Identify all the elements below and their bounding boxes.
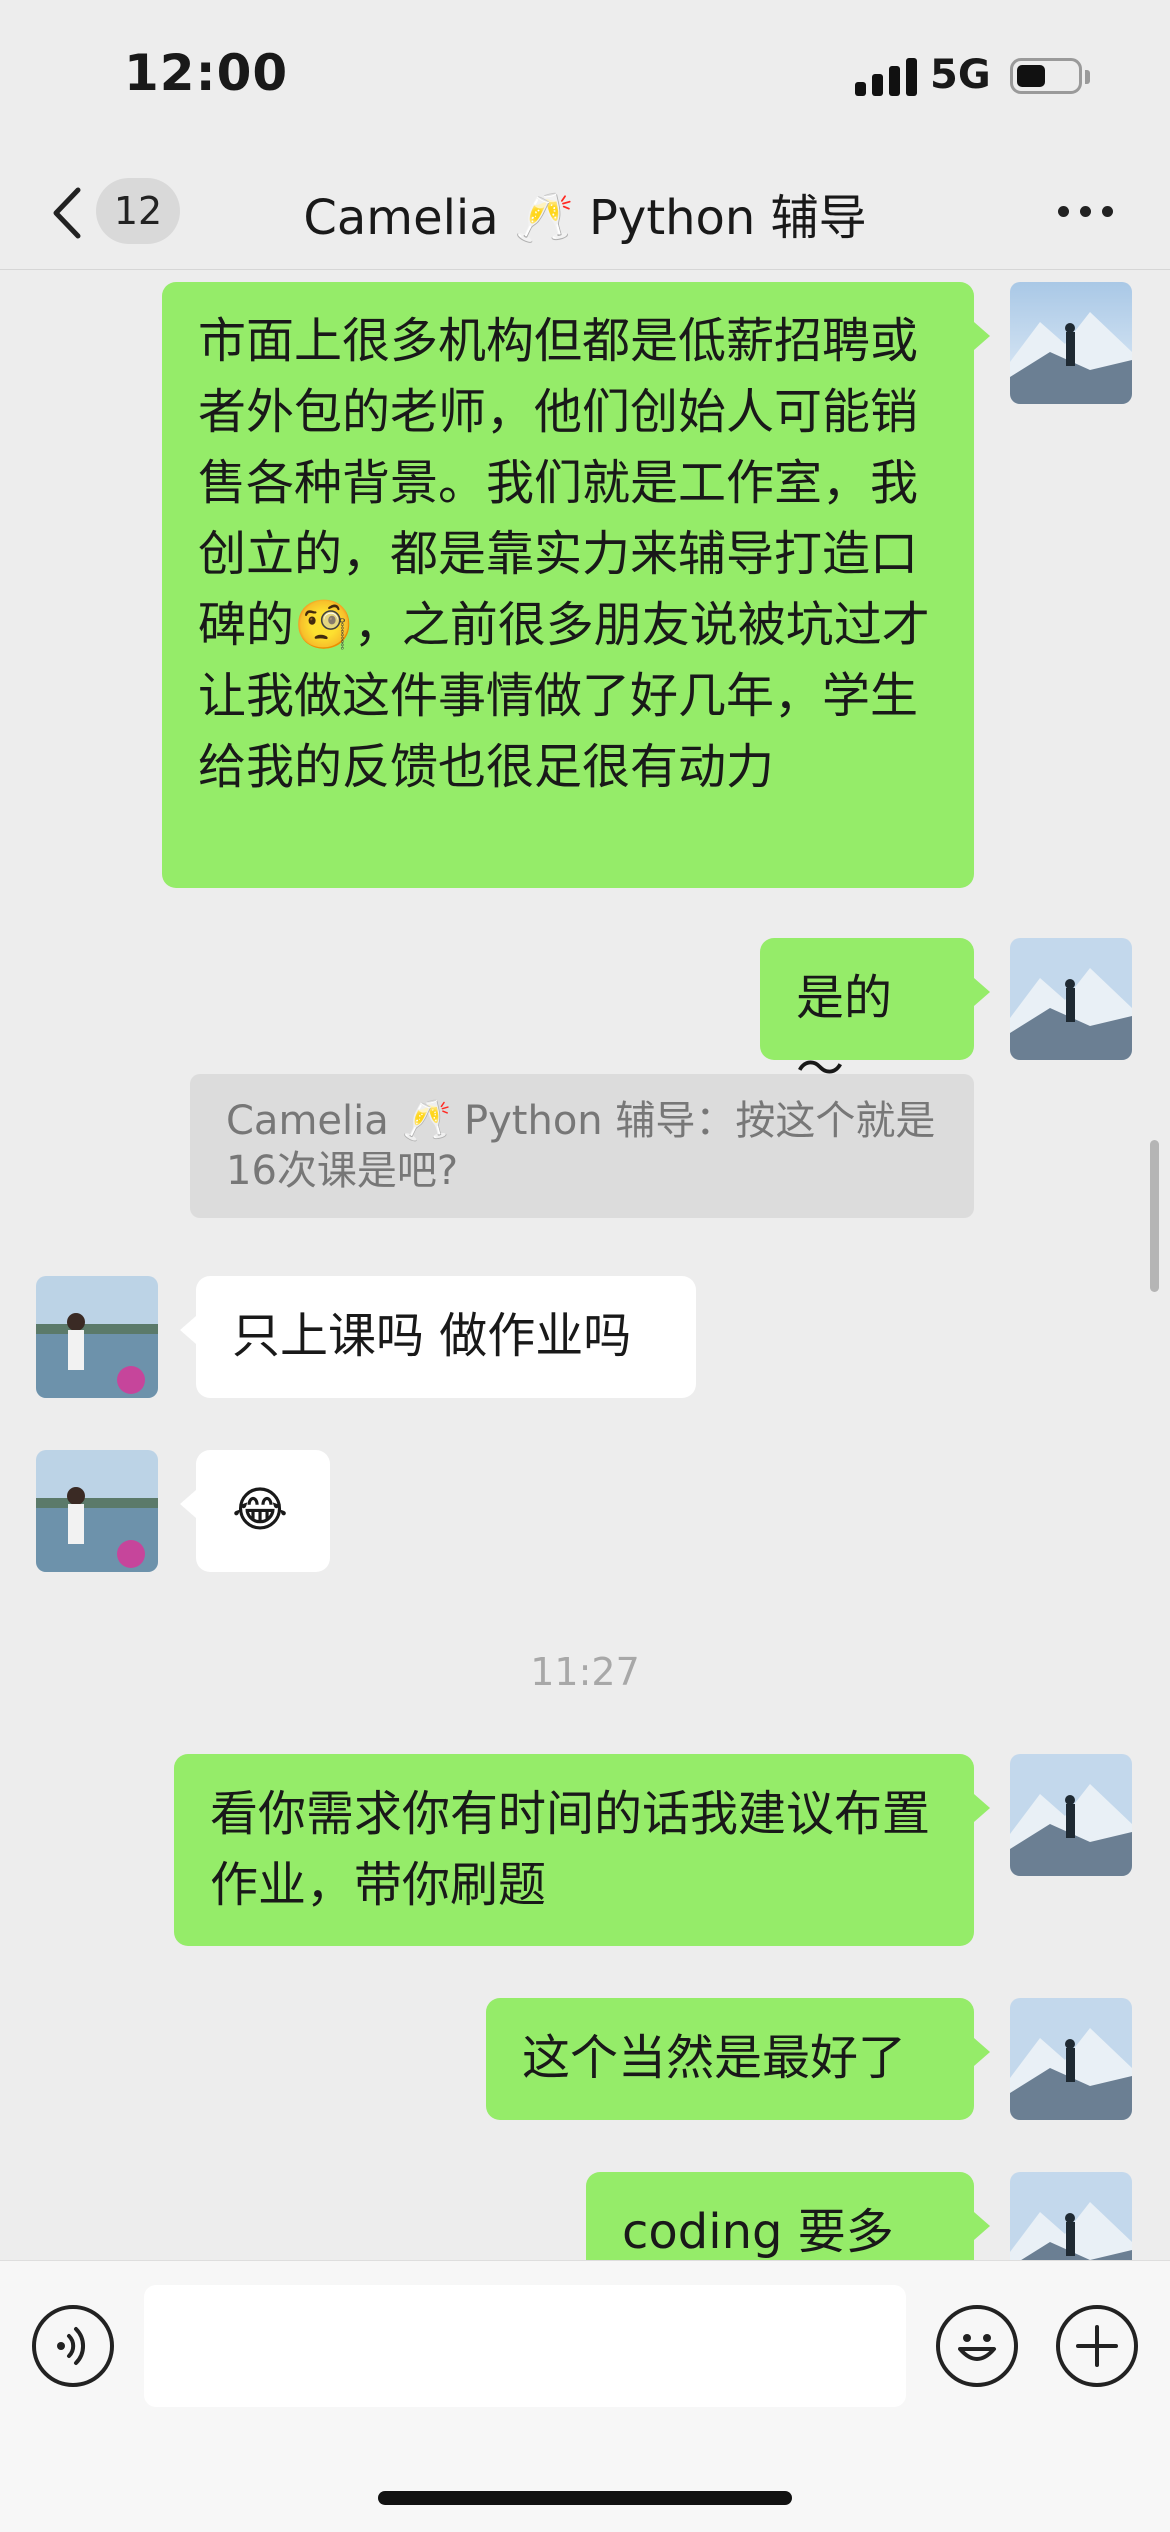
network-type: 5G xyxy=(930,52,991,98)
cellular-signal-icon xyxy=(855,58,917,96)
my-avatar[interactable] xyxy=(1010,1998,1132,2120)
emoji-button[interactable] xyxy=(936,2305,1018,2387)
back-chevron-icon xyxy=(53,187,81,239)
message-text: 市面上很多机构但都是低薪招聘或者外包的老师，他们创始人可能销售各种背景。我们就是… xyxy=(198,313,930,795)
emoji-icon xyxy=(958,2334,996,2361)
message-bubble[interactable]: 这个当然是最好了 xyxy=(486,1998,974,2120)
chat-header: 12 Camelia 🥂 Python 辅导 xyxy=(0,150,1170,270)
quote-text: Camelia 🥂 Python 辅导：按这个就是16次课是吧? xyxy=(226,1098,936,1194)
back-button[interactable]: 12 xyxy=(36,176,186,246)
lake-avatar-icon xyxy=(36,1276,158,1398)
message-text: 只上课吗 做作业吗 xyxy=(232,1308,632,1364)
bubble-tail xyxy=(180,1316,196,1344)
voice-button[interactable] xyxy=(32,2305,114,2387)
voice-icon xyxy=(57,2327,86,2365)
status-bar: 12:00 5G xyxy=(0,0,1170,150)
chat-title: Camelia 🥂 Python 辅导 xyxy=(303,190,867,246)
message-text: 😂 xyxy=(232,1482,289,1538)
bubble-tail xyxy=(974,978,990,1006)
lake-avatar-icon xyxy=(36,1450,158,1572)
mountain-avatar-icon xyxy=(1010,282,1132,404)
mountain-avatar-icon xyxy=(1010,938,1132,1060)
time-separator: 11:27 xyxy=(530,1650,640,1694)
status-time: 12:00 xyxy=(124,44,289,102)
message-input[interactable] xyxy=(144,2285,906,2407)
contact-avatar[interactable] xyxy=(36,1450,158,1572)
more-button[interactable] xyxy=(1040,190,1130,230)
bubble-tail xyxy=(974,2212,990,2240)
bubble-tail xyxy=(974,322,990,350)
message-bubble[interactable]: 😂 xyxy=(196,1450,330,1572)
message-bubble[interactable]: coding 要多些 xyxy=(586,2172,974,2260)
my-avatar[interactable] xyxy=(1010,2172,1132,2260)
bubble-tail xyxy=(180,1490,196,1518)
my-avatar[interactable] xyxy=(1010,1754,1132,1876)
battery-tip xyxy=(1085,70,1090,84)
message-bubble[interactable]: 是的～ xyxy=(760,938,974,1097)
mountain-avatar-icon xyxy=(1010,1754,1132,1876)
home-indicator xyxy=(378,2491,792,2505)
message-bubble[interactable]: 只上课吗 做作业吗 xyxy=(196,1276,696,1398)
message-bubble[interactable]: 市面上很多机构但都是低薪招聘或者外包的老师，他们创始人可能销售各种背景。我们就是… xyxy=(162,282,974,888)
my-avatar[interactable] xyxy=(1010,282,1132,404)
battery-icon xyxy=(1010,58,1082,94)
message-text: 这个当然是最好了 xyxy=(522,2030,907,2086)
quoted-message[interactable]: Camelia 🥂 Python 辅导：按这个就是16次课是吧? xyxy=(190,1074,974,1218)
bubble-tail xyxy=(974,2038,990,2066)
scroll-indicator[interactable] xyxy=(1150,1140,1159,1292)
mountain-avatar-icon xyxy=(1010,1998,1132,2120)
plus-icon xyxy=(1076,2325,1118,2367)
my-avatar[interactable] xyxy=(1010,938,1132,1060)
unread-badge: 12 xyxy=(96,178,180,244)
mountain-avatar-icon xyxy=(1010,2172,1132,2260)
message-text: coding 要多些 xyxy=(622,2204,894,2260)
message-bubble[interactable]: 看你需求你有时间的话我建议布置作业，带你刷题 xyxy=(174,1754,974,1946)
bubble-tail xyxy=(974,1794,990,1822)
message-text: 看你需求你有时间的话我建议布置作业，带你刷题 xyxy=(210,1786,931,1913)
chat-messages[interactable]: 市面上很多机构但都是低薪招聘或者外包的老师，他们创始人可能销售各种背景。我们就是… xyxy=(0,270,1170,2260)
plus-button[interactable] xyxy=(1056,2305,1138,2387)
contact-avatar[interactable] xyxy=(36,1276,158,1398)
